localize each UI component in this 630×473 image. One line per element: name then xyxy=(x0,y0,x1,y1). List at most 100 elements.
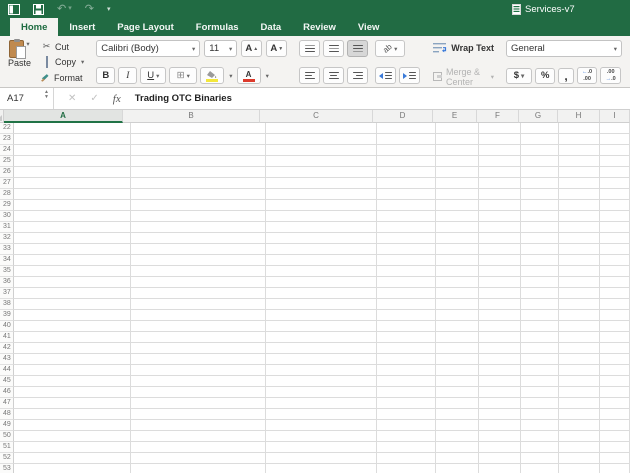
grid-cell-B50[interactable] xyxy=(131,431,266,442)
grid-cell-D22[interactable] xyxy=(377,123,436,134)
grid-cell-F35[interactable] xyxy=(479,266,520,277)
grid-cell-G25[interactable] xyxy=(521,156,559,167)
grid-cell-I53[interactable] xyxy=(600,464,630,473)
copy-button[interactable]: Copy ▾ xyxy=(41,56,84,69)
column-header-D[interactable]: D xyxy=(373,110,433,123)
row-header-31[interactable]: 31 xyxy=(0,222,14,233)
grid-cell-F47[interactable] xyxy=(479,398,520,409)
grid-cell-E31[interactable] xyxy=(436,222,479,233)
grid-cell-E35[interactable] xyxy=(436,266,479,277)
grid-cell-C25[interactable] xyxy=(266,156,377,167)
grid-cell-D51[interactable] xyxy=(377,442,436,453)
bold-button[interactable]: B xyxy=(96,67,115,84)
format-painter-button[interactable]: Format xyxy=(41,71,84,84)
grid-cell-C39[interactable] xyxy=(266,310,377,321)
column-header-H[interactable]: H xyxy=(558,110,600,123)
grid-cell-E26[interactable] xyxy=(436,167,479,178)
wrap-text-button[interactable]: Wrap Text xyxy=(433,40,494,55)
paste-button[interactable]: ▾ Paste xyxy=(8,40,31,84)
grid-cell-C29[interactable] xyxy=(266,200,377,211)
grid-cell-E37[interactable] xyxy=(436,288,479,299)
grid-cell-D50[interactable] xyxy=(377,431,436,442)
grid-cell-G40[interactable] xyxy=(521,321,559,332)
grid-cell-I31[interactable] xyxy=(600,222,630,233)
grid-cell-A48[interactable] xyxy=(14,409,131,420)
grid-cell-G53[interactable] xyxy=(521,464,559,473)
grid-cell-B25[interactable] xyxy=(131,156,266,167)
grid-cell-G22[interactable] xyxy=(521,123,559,134)
grid-cell-C52[interactable] xyxy=(266,453,377,464)
grid-cell-C36[interactable] xyxy=(266,277,377,288)
grid-cell-E53[interactable] xyxy=(436,464,479,473)
merge-center-button[interactable]: Merge & Center ▾ xyxy=(433,69,494,84)
tab-insert[interactable]: Insert xyxy=(58,18,106,36)
grid-cell-E22[interactable] xyxy=(436,123,479,134)
grid-cell-E39[interactable] xyxy=(436,310,479,321)
grid-cell-D24[interactable] xyxy=(377,145,436,156)
grid-cell-B28[interactable] xyxy=(131,189,266,200)
grid-cell-A33[interactable] xyxy=(14,244,131,255)
grid-cell-G30[interactable] xyxy=(521,211,559,222)
grid-cell-G46[interactable] xyxy=(521,387,559,398)
decrease-indent-button[interactable] xyxy=(375,67,396,84)
grid-cell-F36[interactable] xyxy=(479,277,520,288)
row-header-44[interactable]: 44 xyxy=(0,365,14,376)
grid-cell-A45[interactable] xyxy=(14,376,131,387)
currency-format-button[interactable]: $▾ xyxy=(506,68,532,84)
grid-cell-A43[interactable] xyxy=(14,354,131,365)
grid-cell-F30[interactable] xyxy=(479,211,520,222)
increase-indent-button[interactable] xyxy=(399,67,420,84)
grid-cell-H27[interactable] xyxy=(559,178,600,189)
row-header-50[interactable]: 50 xyxy=(0,431,14,442)
grid-cell-B29[interactable] xyxy=(131,200,266,211)
column-header-A[interactable]: A xyxy=(4,110,123,123)
grid-cell-D44[interactable] xyxy=(377,365,436,376)
formula-bar-content[interactable]: Trading OTC Binaries xyxy=(135,93,232,104)
grid-cell-F52[interactable] xyxy=(479,453,520,464)
undo-icon[interactable]: ↶▾ xyxy=(57,0,72,18)
grid-cell-F42[interactable] xyxy=(479,343,520,354)
row-header-22[interactable]: 22 xyxy=(0,123,14,134)
grid-cell-H42[interactable] xyxy=(559,343,600,354)
grid-cell-E25[interactable] xyxy=(436,156,479,167)
grid-cell-D25[interactable] xyxy=(377,156,436,167)
grid-cell-C48[interactable] xyxy=(266,409,377,420)
grid-cell-H30[interactable] xyxy=(559,211,600,222)
increase-font-size-button[interactable]: A▲ xyxy=(241,40,262,57)
grid-cell-G37[interactable] xyxy=(521,288,559,299)
grid-cell-D42[interactable] xyxy=(377,343,436,354)
grid-cell-A22[interactable] xyxy=(14,123,131,134)
column-header-C[interactable]: C xyxy=(260,110,373,123)
select-all-corner[interactable] xyxy=(0,110,4,123)
grid-cell-C24[interactable] xyxy=(266,145,377,156)
align-bottom-button[interactable] xyxy=(347,40,368,57)
row-header-49[interactable]: 49 xyxy=(0,420,14,431)
grid-cell-B38[interactable] xyxy=(131,299,266,310)
row-header-42[interactable]: 42 xyxy=(0,343,14,354)
grid-cell-F49[interactable] xyxy=(479,420,520,431)
undo-dropdown-icon[interactable]: ▾ xyxy=(68,0,72,18)
grid-cell-D49[interactable] xyxy=(377,420,436,431)
grid-cell-B39[interactable] xyxy=(131,310,266,321)
grid-cell-B49[interactable] xyxy=(131,420,266,431)
grid-cell-F41[interactable] xyxy=(479,332,520,343)
grid-cell-E51[interactable] xyxy=(436,442,479,453)
grid-cell-G36[interactable] xyxy=(521,277,559,288)
grid-cell-G35[interactable] xyxy=(521,266,559,277)
grid-cell-E43[interactable] xyxy=(436,354,479,365)
align-left-button[interactable] xyxy=(299,67,320,84)
grid-cell-D39[interactable] xyxy=(377,310,436,321)
grid-cell-H45[interactable] xyxy=(559,376,600,387)
grid-cell-A38[interactable] xyxy=(14,299,131,310)
row-header-38[interactable]: 38 xyxy=(0,299,14,310)
row-header-28[interactable]: 28 xyxy=(0,189,14,200)
borders-button[interactable]: ⊞▾ xyxy=(169,67,197,84)
grid-cell-B53[interactable] xyxy=(131,464,266,473)
grid-cell-I26[interactable] xyxy=(600,167,630,178)
grid-cell-D26[interactable] xyxy=(377,167,436,178)
tab-formulas[interactable]: Formulas xyxy=(185,18,250,36)
grid-cell-F43[interactable] xyxy=(479,354,520,365)
row-header-23[interactable]: 23 xyxy=(0,134,14,145)
grid-cell-F28[interactable] xyxy=(479,189,520,200)
grid-cell-I38[interactable] xyxy=(600,299,630,310)
